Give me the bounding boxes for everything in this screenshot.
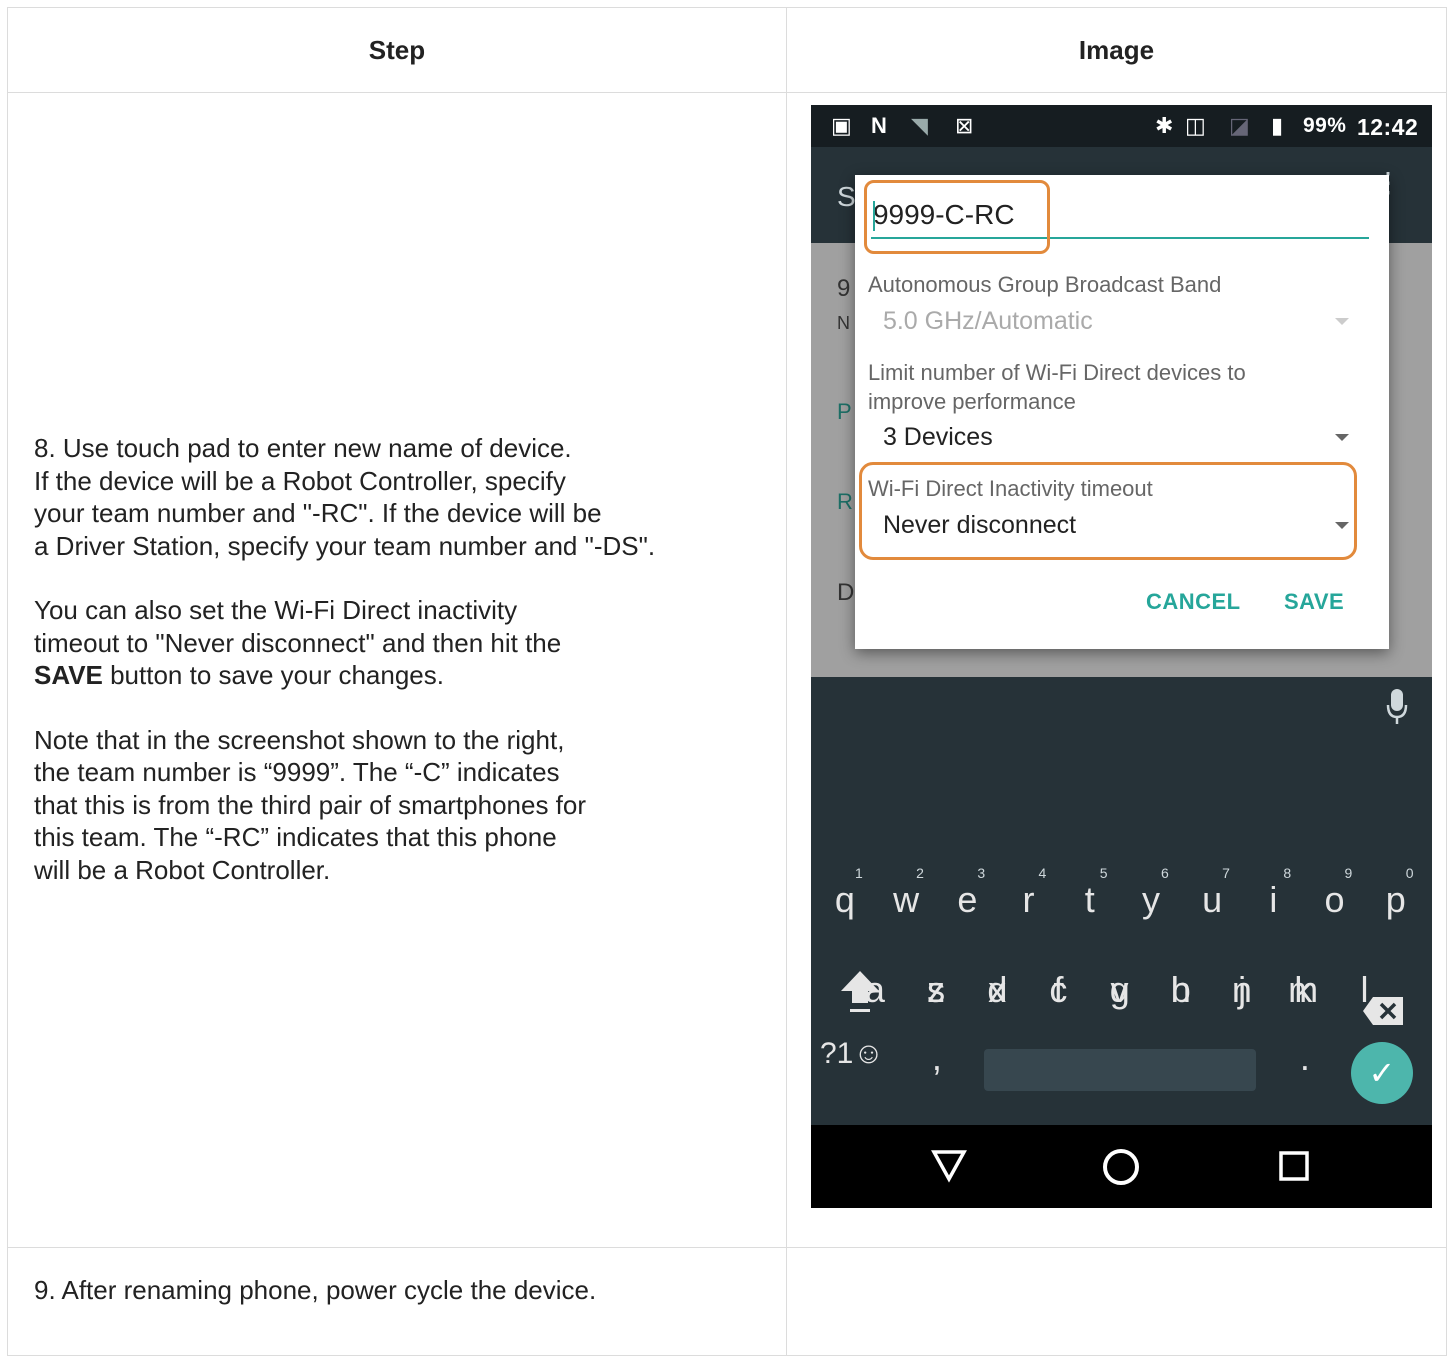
rename-dialog: 9999-C-RC Autonomous Group Broadcast Ban…	[854, 175, 1389, 649]
text-line: the team number is “9999”. The “-C” indi…	[34, 757, 560, 787]
keyboard-suggestion-strip	[810, 677, 1432, 743]
key-p[interactable]: p	[1376, 879, 1416, 921]
key-c[interactable]: c	[1038, 969, 1078, 1011]
bluetooth-icon: ✱	[1154, 113, 1174, 138]
limit-label-line-2: improve performance	[867, 389, 1076, 414]
key-r[interactable]: r	[1009, 879, 1049, 921]
key-a[interactable]: a	[855, 969, 895, 1011]
key-hint: 6	[1160, 865, 1169, 881]
navigation-bar	[810, 1125, 1432, 1208]
key-m[interactable]: m	[1283, 969, 1323, 1011]
text-line: that this is from the third pair of smar…	[34, 789, 587, 820]
text-line: will be a Robot Controller.	[34, 854, 331, 885]
name-highlight-box	[863, 180, 1050, 254]
text-line: this team. The “-RC” indicates that this…	[34, 822, 557, 852]
symbols-key[interactable]: ?1☺	[817, 1037, 887, 1071]
recents-icon[interactable]	[1278, 1150, 1310, 1182]
save-button[interactable]: SAVE	[1284, 589, 1344, 615]
step-8-paragraph-1: 8. Use touch pad to enter new name of de…	[34, 432, 754, 562]
step-9-row: 9. After renaming phone, power cycle the…	[7, 1247, 1447, 1356]
text-line: You can also set the Wi-Fi Direct inacti…	[34, 595, 518, 625]
step-8-paragraph-2: You can also set the Wi-Fi Direct inacti…	[34, 594, 754, 692]
no-signal-icon: ◪	[1228, 113, 1250, 138]
step-9-image-cell	[785, 1247, 1447, 1356]
cancel-button[interactable]: CANCEL	[1146, 589, 1241, 615]
text-line: a Driver Station, specify your team numb…	[34, 530, 656, 561]
timeout-highlight-box	[858, 462, 1357, 560]
clock-time: 12:42	[1356, 114, 1419, 140]
back-icon[interactable]	[930, 1149, 967, 1183]
key-hint: 0	[1405, 865, 1414, 881]
key-o[interactable]: o	[1315, 879, 1355, 921]
key-u[interactable]: u	[1192, 879, 1232, 921]
bg-letter: P	[836, 399, 852, 424]
chevron-down-icon[interactable]	[1334, 434, 1349, 441]
limit-devices-select[interactable]: 3 Devices	[883, 423, 993, 452]
band-label: Autonomous Group Broadcast Band	[867, 272, 1222, 297]
key-w[interactable]: w	[886, 879, 926, 921]
vibrate-icon: ◫	[1184, 113, 1206, 138]
text-line: timeout to "Never disconnect" and then h…	[34, 627, 562, 658]
key-hint: 8	[1283, 865, 1292, 881]
battery-icon: ▮	[1270, 113, 1284, 138]
step-8-row: 8. Use touch pad to enter new name of de…	[7, 92, 1447, 1248]
status-bar: ▣ N ◥ ⊠ ✱ ◫ ◪ ▮ 99% 12:42	[810, 105, 1432, 147]
key-hint: 5	[1099, 865, 1108, 881]
bg-letter: N	[836, 313, 850, 333]
text-fragment: button to save your changes.	[102, 660, 444, 690]
save-bold-text: SAVE	[34, 660, 103, 690]
text-line: Note that in the screenshot shown to the…	[34, 724, 565, 755]
sim-icon: ⊠	[954, 113, 974, 138]
step-8-text-cell: 8. Use touch pad to enter new name of de…	[7, 92, 787, 1248]
bg-letter: R	[836, 489, 853, 514]
bg-letter: D	[836, 579, 855, 606]
key-hint: 1	[854, 865, 863, 881]
header-row: Step Image	[7, 7, 1447, 93]
key-y[interactable]: y	[1131, 879, 1171, 921]
microphone-icon[interactable]	[1386, 689, 1408, 725]
app-title-fragment: S	[836, 181, 856, 212]
limit-label-line-1: Limit number of Wi-Fi Direct devices to	[867, 360, 1246, 385]
key-v[interactable]: v	[1100, 969, 1140, 1011]
key-hint: 7	[1222, 865, 1230, 881]
text-line: 8. Use touch pad to enter new name of de…	[34, 433, 572, 463]
key-hint: 9	[1344, 865, 1353, 881]
text-line: SAVE button to save your changes.	[34, 659, 754, 692]
header-step: Step	[7, 7, 787, 93]
checkmark-icon[interactable]: ✓	[1350, 1042, 1413, 1104]
header-image: Image	[785, 7, 1447, 93]
key-hint: 3	[977, 865, 986, 881]
nfc-icon: N	[870, 113, 887, 138]
key-n[interactable]: n	[1222, 969, 1262, 1011]
step-8-instructions: 8. Use touch pad to enter new name of de…	[34, 432, 754, 918]
key-q[interactable]: q	[825, 879, 865, 921]
key-l[interactable]: l	[1345, 969, 1385, 1011]
step-8-paragraph-3: Note that in the screenshot shown to the…	[34, 724, 754, 887]
key-hint: 2	[916, 865, 924, 881]
chevron-down-icon	[1334, 318, 1349, 325]
key-t[interactable]: t	[1070, 879, 1110, 921]
key-z[interactable]: z	[916, 969, 956, 1011]
steps-table: Step Image 8. Use touch pad to enter new…	[7, 7, 1447, 1356]
image-icon: ▣	[830, 113, 852, 138]
step-9-text: 9. After renaming phone, power cycle the…	[7, 1247, 787, 1356]
space-bar[interactable]	[983, 1049, 1256, 1091]
on-screen-keyboard: ?1☺ , . ✓ q1w2e3r4t5y6u7i8o9p0asdfghjklz…	[810, 743, 1432, 1125]
comma-key[interactable]: ,	[917, 1037, 957, 1079]
wifi-icon: ◥	[910, 113, 928, 138]
key-e[interactable]: e	[947, 879, 987, 921]
key-hint: 4	[1038, 865, 1047, 881]
phone-screenshot: ▣ N ◥ ⊠ ✱ ◫ ◪ ▮ 99% 12:42 S ⋮	[810, 105, 1432, 1208]
band-select: 5.0 GHz/Automatic	[882, 307, 1093, 335]
key-b[interactable]: b	[1161, 969, 1201, 1011]
battery-percent: 99%	[1302, 114, 1347, 137]
text-line: your team number and "-RC". If the devic…	[34, 498, 602, 528]
bg-letter: 9	[836, 275, 851, 302]
home-icon[interactable]	[1102, 1148, 1140, 1186]
key-x[interactable]: x	[977, 969, 1017, 1011]
period-key[interactable]: .	[1285, 1037, 1325, 1079]
text-line: If the device will be a Robot Controller…	[34, 465, 566, 496]
step-8-image-cell: ▣ N ◥ ⊠ ✱ ◫ ◪ ▮ 99% 12:42 S ⋮	[785, 92, 1447, 1248]
key-i[interactable]: i	[1253, 879, 1293, 921]
